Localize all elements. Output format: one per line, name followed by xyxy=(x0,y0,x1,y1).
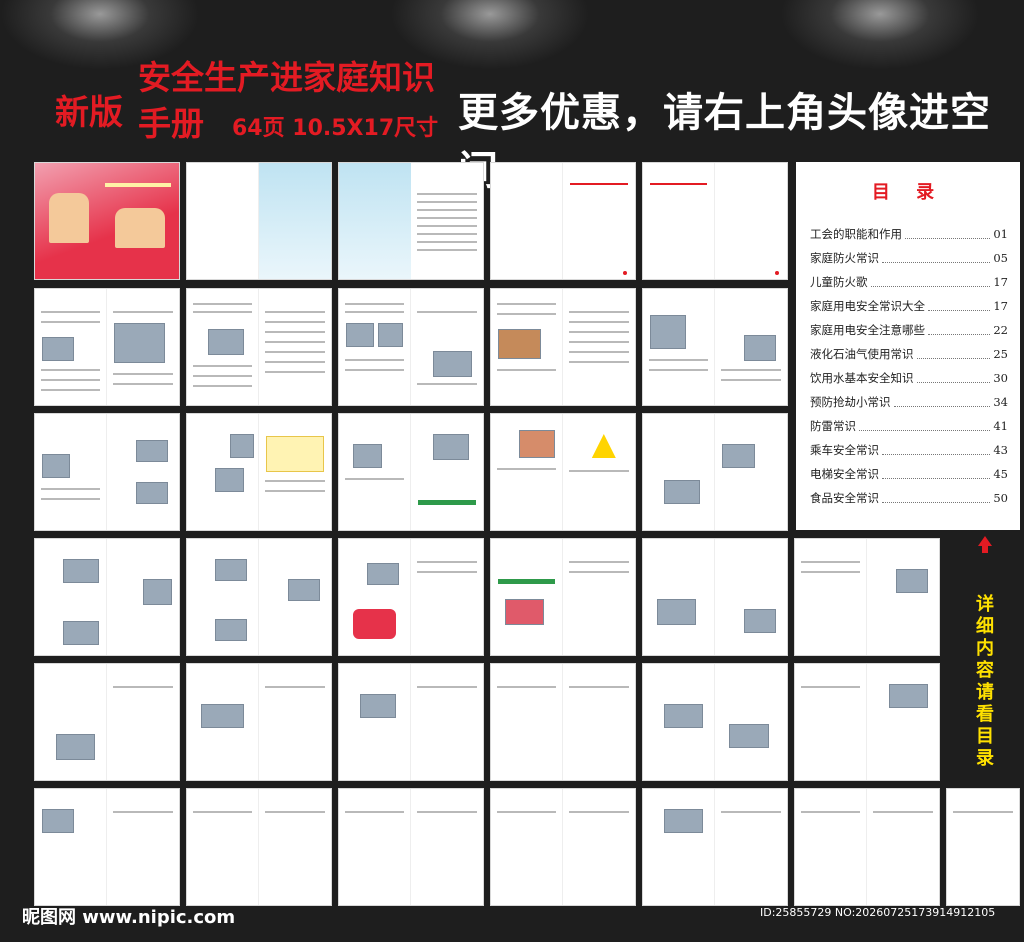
sky-graphic xyxy=(339,163,411,279)
booklet-page xyxy=(338,288,484,406)
booklet-page xyxy=(642,288,788,406)
yellow-note-box xyxy=(266,436,324,472)
booklet-page xyxy=(490,288,636,406)
booklet-page xyxy=(186,162,332,280)
booklet-page xyxy=(642,538,788,656)
booklet-page xyxy=(794,663,940,781)
toc-item: 儿童防火歌 17 xyxy=(810,275,1008,289)
booklet-page xyxy=(794,538,940,656)
booklet-page xyxy=(490,663,636,781)
booklet-page xyxy=(642,788,788,906)
booklet-page xyxy=(490,162,636,280)
spotlight xyxy=(780,0,980,70)
booklet-page xyxy=(338,663,484,781)
family-illustration xyxy=(49,193,89,243)
booklet-page xyxy=(490,788,636,906)
warning-sign-icon xyxy=(591,434,616,458)
booklet-page xyxy=(490,413,636,531)
booklet-page xyxy=(34,538,180,656)
booklet-page xyxy=(338,788,484,906)
toc-item: 家庭用电安全注意哪些 22 xyxy=(810,323,1008,337)
toc-item: 乘车安全常识 43 xyxy=(810,443,1008,457)
booklet-page xyxy=(186,538,332,656)
red-graphic xyxy=(353,609,396,639)
booklet-page xyxy=(946,788,1020,906)
toc-item: 电梯安全常识 45 xyxy=(810,467,1008,481)
booklet-page xyxy=(34,413,180,531)
toc-item: 工会的职能和作用 01 xyxy=(810,227,1008,241)
booklet-page xyxy=(642,663,788,781)
booklet-page xyxy=(186,788,332,906)
booklet-page xyxy=(794,788,940,906)
toc-title: 目 录 xyxy=(871,182,945,203)
toc-item: 家庭防火常识 05 xyxy=(810,251,1008,265)
booklet-page xyxy=(186,288,332,406)
booklet-page xyxy=(186,663,332,781)
toc-item: 饮用水基本安全知识 30 xyxy=(810,371,1008,385)
family-illustration xyxy=(115,208,165,248)
booklet-page xyxy=(338,162,484,280)
booklet-page xyxy=(642,413,788,531)
cover-heading-bar xyxy=(105,183,171,187)
booklet-page xyxy=(34,663,180,781)
sky-graphic xyxy=(259,163,331,279)
booklet-page xyxy=(490,538,636,656)
toc-item: 食品安全常识 50 xyxy=(810,491,1008,505)
edition-label: 新版 xyxy=(55,93,123,133)
booklet-page xyxy=(338,413,484,531)
toc-item: 液化石油气使用常识 25 xyxy=(810,347,1008,361)
booklet-page xyxy=(186,413,332,531)
side-note: 详细内容请看目录 xyxy=(976,594,994,769)
toc-item: 预防抢劫小常识 34 xyxy=(810,395,1008,409)
watermark-left: 昵图网 www.nipic.com xyxy=(22,907,236,928)
cover-page xyxy=(34,162,180,280)
watermark-right: ID:25855729 NO:20260725173914912105 xyxy=(760,906,996,919)
table-of-contents: 目 录 工会的职能和作用 01 家庭防火常识 05 儿童防火歌 17 家庭用电安全常识… xyxy=(796,162,1020,530)
booklet-page xyxy=(34,288,180,406)
booklet-page xyxy=(34,788,180,906)
toc-item: 防雷常识 41 xyxy=(810,419,1008,433)
spec-label: 64页 10.5X17尺寸 xyxy=(232,116,439,141)
booklet-page xyxy=(338,538,484,656)
toc-item: 家庭用电安全常识大全 17 xyxy=(810,299,1008,313)
booklet-page xyxy=(642,162,788,280)
up-arrow-icon xyxy=(982,545,988,553)
